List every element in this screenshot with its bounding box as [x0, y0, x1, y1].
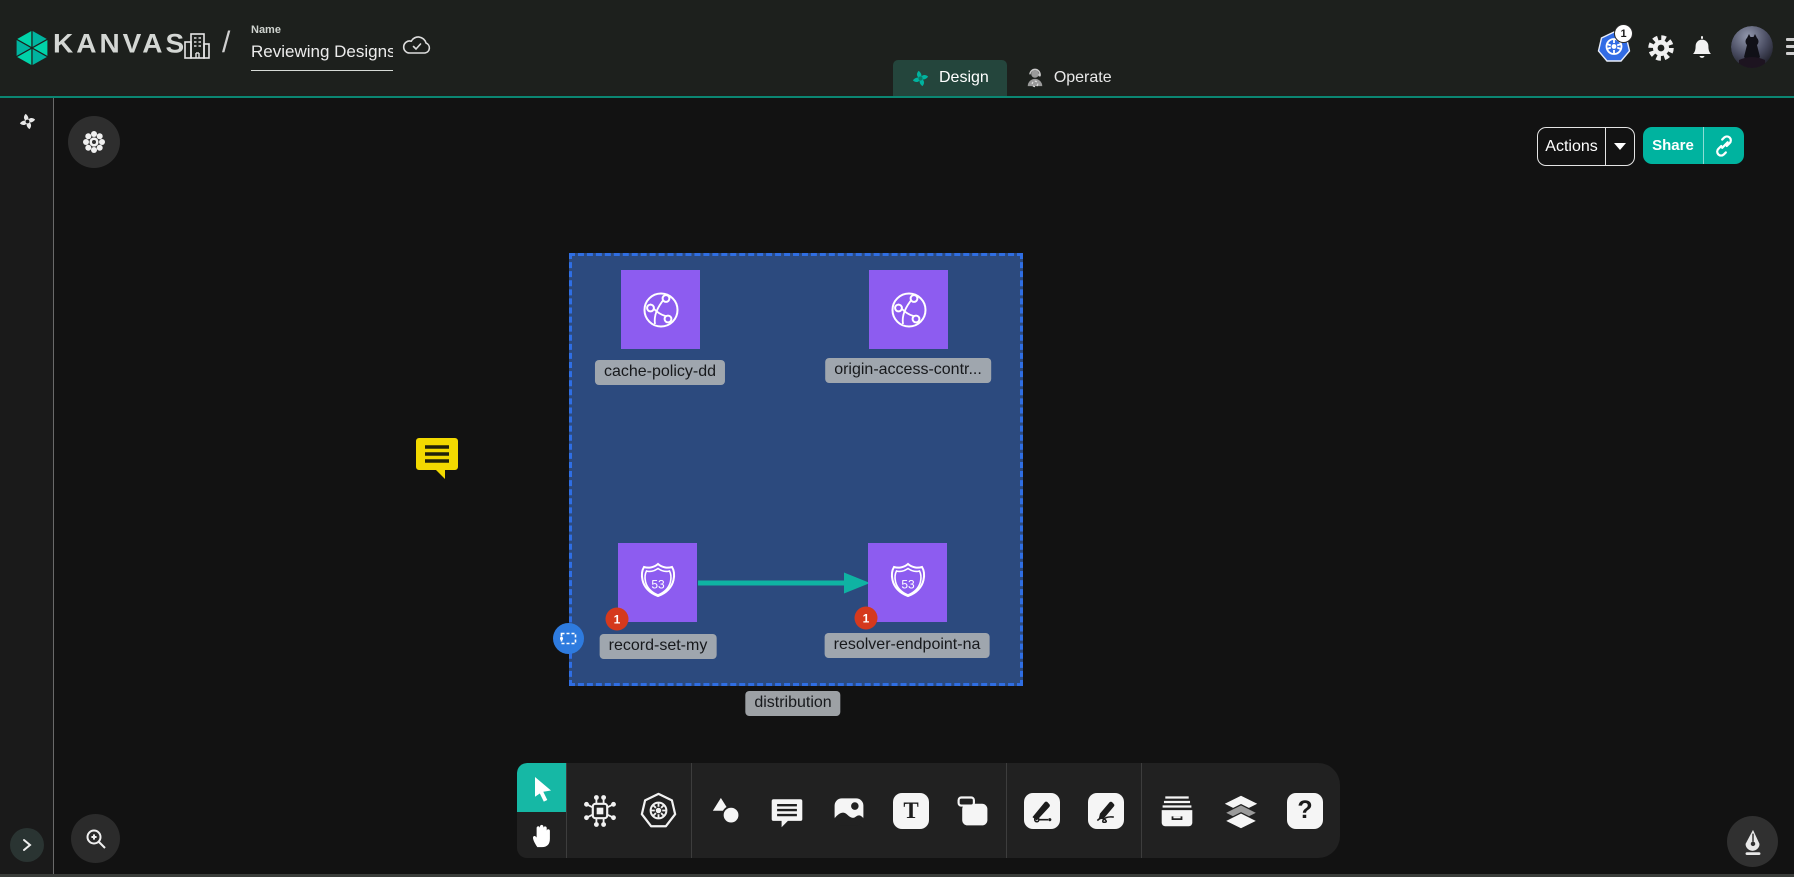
chip-icon [582, 793, 618, 829]
app-header: KANVAS / Name [0, 0, 1794, 98]
layers-tool[interactable] [1222, 792, 1260, 830]
tab-operate[interactable]: Operate [1007, 60, 1130, 96]
node-label: origin-access-contr... [825, 358, 991, 383]
designs-drawer-tool[interactable] [1158, 792, 1196, 830]
node-record-set[interactable]: 53 [618, 543, 697, 622]
share-button[interactable]: Share [1643, 127, 1744, 164]
menu-hamburger-icon[interactable] [1786, 38, 1794, 59]
component-tool[interactable] [581, 792, 619, 830]
cloudfront-globe-icon [637, 286, 685, 334]
node-origin-access-control[interactable] [869, 270, 948, 349]
shapes-icon [707, 792, 744, 829]
svg-text:53: 53 [901, 577, 915, 591]
cloudfront-globe-icon [885, 286, 933, 334]
pen-tool[interactable] [1023, 792, 1061, 830]
tab-design[interactable]: Design [893, 60, 1007, 96]
sticky-note-icon [955, 793, 991, 829]
note-tool[interactable] [954, 792, 992, 830]
settings-gear-icon[interactable] [1646, 33, 1676, 63]
canvas-comment-marker[interactable] [414, 433, 460, 481]
canvas-tool-dock: T [517, 763, 1340, 858]
group-collapse-handle[interactable] [553, 623, 584, 654]
whiteboard-pen-button[interactable] [1727, 816, 1778, 867]
status-badge[interactable]: 1 [855, 607, 878, 630]
select-tool[interactable] [517, 763, 566, 812]
meshery-logo-icon[interactable] [18, 112, 37, 131]
kubernetes-count-badge: 1 [1614, 24, 1633, 43]
pencil-draw-tool[interactable] [1087, 792, 1125, 830]
svg-text:53: 53 [651, 577, 665, 591]
group-label: distribution [745, 691, 840, 716]
help-tool[interactable]: ? [1286, 792, 1324, 830]
cloud-saved-icon [402, 33, 432, 57]
design-swirl-icon [911, 69, 930, 88]
shapes-tool[interactable] [706, 792, 744, 830]
route53-shield-icon: 53 [633, 558, 683, 608]
node-label: record-set-my [600, 634, 717, 659]
left-sidebar [0, 98, 54, 877]
canvas-settings-flower-button[interactable] [68, 116, 120, 168]
drawer-archive-icon [1158, 793, 1196, 829]
layers-icon [1222, 793, 1260, 829]
user-avatar[interactable] [1731, 26, 1773, 68]
pencil-scribble-icon [1093, 798, 1119, 824]
kanvas-logo-icon[interactable] [14, 29, 50, 67]
actions-dropdown[interactable]: Actions [1537, 127, 1635, 166]
actions-label[interactable]: Actions [1538, 128, 1606, 165]
text-tool-glyph: T [893, 793, 929, 829]
node-label: cache-policy-dd [595, 360, 725, 385]
route53-shield-icon: 53 [883, 558, 933, 608]
design-name-input[interactable] [251, 40, 393, 71]
organization-icon[interactable] [183, 31, 211, 61]
edge-record-to-resolver[interactable] [694, 570, 874, 596]
pan-tool[interactable] [517, 812, 566, 858]
tab-design-label: Design [939, 69, 989, 87]
cursor-arrow-icon [529, 774, 555, 802]
tab-operate-label: Operate [1054, 69, 1112, 87]
mode-tabs: Design Operate [893, 60, 1130, 96]
sidebar-expand-button[interactable] [10, 828, 44, 862]
help-glyph: ? [1287, 793, 1323, 829]
comment-tool[interactable] [768, 792, 806, 830]
node-label: resolver-endpoint-na [825, 633, 990, 658]
design-name-label: Name [251, 24, 281, 36]
node-resolver-endpoint[interactable]: 53 [868, 543, 947, 622]
breadcrumb-separator: / [222, 26, 230, 60]
image-tool[interactable] [830, 792, 868, 830]
node-cache-policy[interactable] [621, 270, 700, 349]
comment-bubble-icon [769, 793, 805, 829]
magnifier-plus-icon [84, 827, 108, 851]
kubernetes-wheel-icon [640, 792, 677, 829]
pen-bezier-icon [1029, 798, 1055, 824]
kubernetes-tool[interactable] [639, 792, 677, 830]
image-icon [831, 793, 867, 829]
link-icon [1713, 135, 1735, 157]
copy-link-button[interactable] [1704, 127, 1744, 164]
brand-title: KANVAS [53, 29, 187, 60]
operator-headset-icon [1025, 68, 1045, 88]
pen-nib-icon [1740, 828, 1766, 856]
share-label[interactable]: Share [1643, 127, 1704, 164]
hand-icon [529, 821, 555, 849]
notifications-bell-icon[interactable] [1689, 33, 1715, 61]
caret-down-icon [1614, 143, 1626, 150]
text-tool[interactable]: T [892, 792, 930, 830]
actions-caret-button[interactable] [1606, 128, 1634, 165]
zoom-in-button[interactable] [71, 814, 120, 863]
status-badge[interactable]: 1 [606, 608, 629, 631]
